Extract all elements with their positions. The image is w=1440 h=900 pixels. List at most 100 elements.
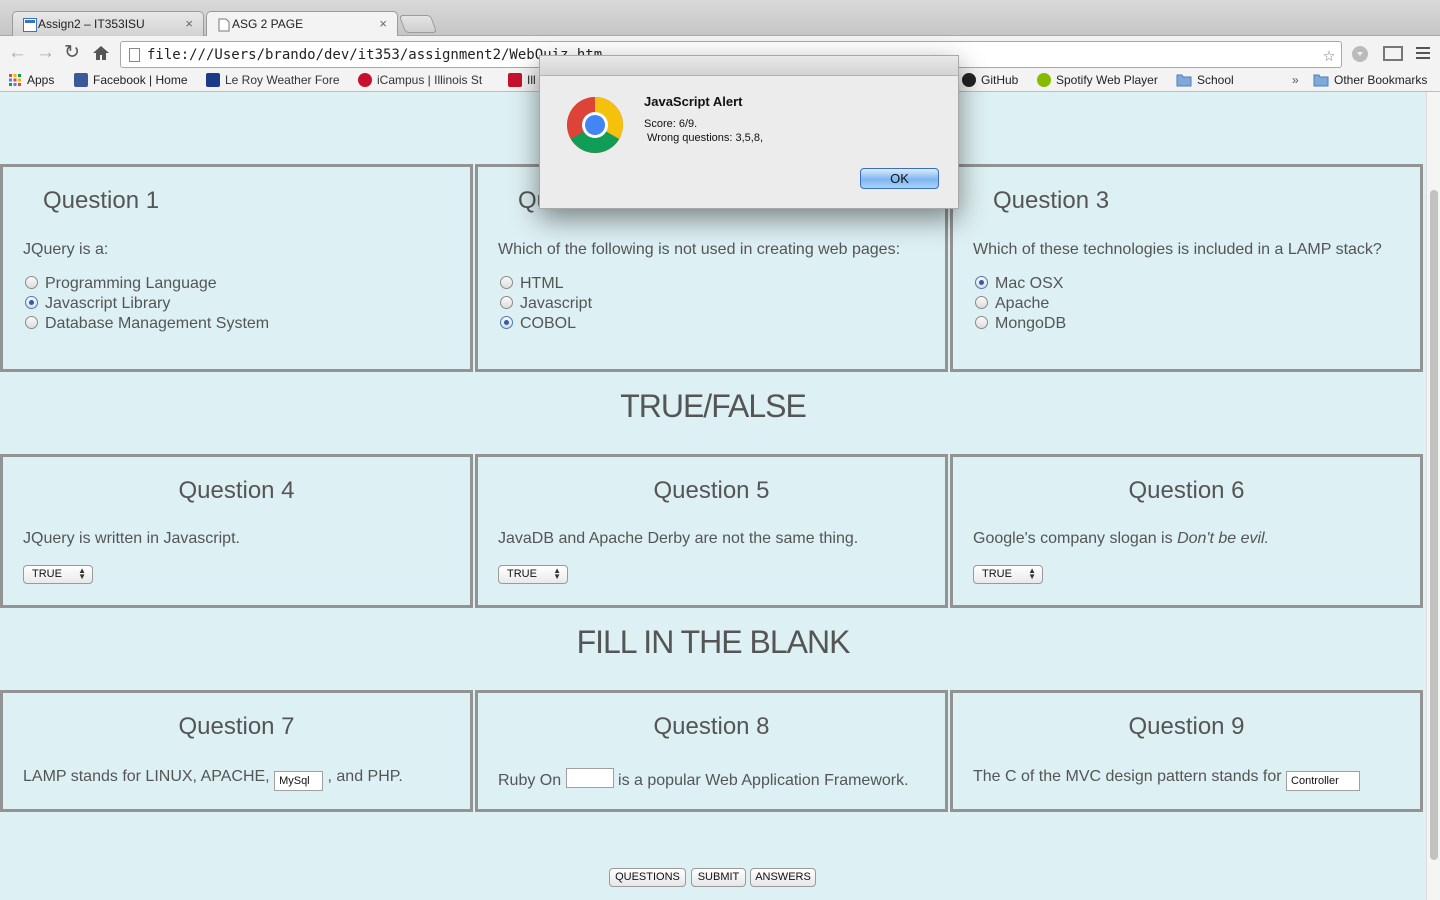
radio-button[interactable]: [500, 276, 513, 289]
forward-arrow-icon[interactable]: →: [36, 42, 55, 64]
radio-option[interactable]: Javascript: [500, 295, 592, 313]
bookmark-label: iCampus | Illinois St: [377, 73, 483, 87]
answer-input[interactable]: Controller: [1286, 771, 1361, 791]
radio-option[interactable]: HTML: [500, 275, 564, 293]
radio-button[interactable]: [975, 296, 988, 309]
radio-button[interactable]: [25, 276, 38, 289]
bookmark-facebook[interactable]: Facebook | Home: [74, 73, 188, 87]
bookmark-school[interactable]: School: [1176, 73, 1234, 87]
question-9-card: Question 9 The C of the MVC design patte…: [950, 690, 1423, 812]
option-label: Database Management System: [45, 315, 270, 332]
radio-option[interactable]: Javascript Library: [25, 295, 170, 313]
bookmark-apps[interactable]: Apps: [8, 73, 54, 87]
option-label: Javascript Library: [45, 295, 171, 312]
scrollbar-thumb[interactable]: [1430, 190, 1438, 860]
tab-close-icon[interactable]: ×: [379, 16, 387, 31]
radio-option[interactable]: COBOL: [500, 315, 576, 333]
section-heading-fill-in-the-blank: FILL IN THE BLANK: [576, 624, 851, 660]
menu-icon[interactable]: [1416, 47, 1430, 59]
bookmark-label: Ill: [527, 73, 536, 87]
isu-icon: [508, 73, 522, 87]
bookmark-weather[interactable]: Le Roy Weather Fore: [206, 73, 340, 87]
radio-option[interactable]: Programming Language: [25, 275, 217, 293]
answers-button[interactable]: ANSWERS: [750, 868, 816, 887]
radio-button-selected[interactable]: [500, 316, 513, 329]
bookmark-github[interactable]: GitHub: [962, 73, 1018, 87]
back-arrow-icon[interactable]: ←: [8, 42, 27, 64]
question-8-card: Question 8 Ruby On is a popular Web Appl…: [475, 690, 948, 812]
option-label: Apache: [995, 295, 1050, 312]
bookmark-illinois[interactable]: Ill: [508, 73, 536, 87]
bookmark-label: Facebook | Home: [93, 73, 188, 87]
question-1-card: Question 1 JQuery is a: Programming Lang…: [0, 164, 473, 372]
question-title: Question 7: [178, 713, 295, 740]
slogan-emphasis: Don't be evil.: [1177, 530, 1270, 547]
submit-button[interactable]: SUBMIT: [691, 868, 746, 887]
page-icon: [129, 48, 140, 62]
bookmark-spotify[interactable]: Spotify Web Player: [1037, 73, 1158, 87]
question-text-before: The C of the MVC design pattern stands f…: [973, 768, 1287, 785]
document-icon: [218, 18, 230, 32]
question-text-before: LAMP stands for LINUX, APACHE,: [23, 768, 275, 785]
page-scrollbar[interactable]: [1426, 92, 1440, 900]
radio-button[interactable]: [500, 296, 513, 309]
select-value: TRUE: [982, 568, 1012, 580]
spotify-icon: [1037, 73, 1051, 87]
question-text: Ruby On is a popular Web Application Fra…: [498, 768, 909, 790]
alert-ok-button[interactable]: OK: [860, 168, 939, 189]
question-text: LAMP stands for LINUX, APACHE, MySql , a…: [23, 768, 403, 791]
answer-input[interactable]: MySql: [274, 771, 324, 791]
chrome-logo-icon: [567, 97, 623, 153]
question-text: JQuery is written in Javascript.: [23, 530, 240, 547]
bookmarks-overflow-chevron-icon[interactable]: »: [1292, 73, 1299, 87]
bookmark-icampus[interactable]: iCampus | Illinois St: [358, 73, 482, 87]
true-false-select[interactable]: TRUE ▲ ▼: [23, 565, 93, 584]
question-7-card: Question 7 LAMP stands for LINUX, APACHE…: [0, 690, 473, 812]
download-icon[interactable]: [1351, 45, 1369, 63]
radio-button-selected[interactable]: [25, 296, 38, 309]
tab-asg2-page[interactable]: ASG 2 PAGE ×: [206, 11, 398, 37]
radio-button[interactable]: [25, 316, 38, 329]
question-6-card: Question 6 Google's company slogan is Do…: [950, 454, 1423, 608]
radio-option[interactable]: Apache: [975, 295, 1049, 313]
answer-input[interactable]: [565, 768, 614, 788]
cast-icon[interactable]: [1383, 46, 1403, 61]
radio-button-selected[interactable]: [975, 276, 988, 289]
radio-option[interactable]: Database Management System: [25, 315, 269, 333]
question-3-card: Question 3 Which of these technologies i…: [950, 164, 1423, 372]
question-text: Which of these technologies is included …: [973, 241, 1382, 258]
option-label: MongoDB: [995, 315, 1067, 332]
bookmark-label: Le Roy Weather Fore: [225, 73, 340, 87]
reload-icon[interactable]: ↻: [64, 42, 80, 64]
new-tab-button[interactable]: [398, 15, 438, 33]
select-arrows-icon: ▲ ▼: [1028, 566, 1036, 581]
select-value: TRUE: [507, 568, 537, 580]
question-title: Question 5: [653, 477, 770, 504]
tab-close-icon[interactable]: ×: [185, 16, 193, 31]
page-content: Question 1 JQuery is a: Programming Lang…: [0, 92, 1426, 900]
bookmark-label: GitHub: [981, 73, 1019, 87]
question-text-prefix: Google's company slogan is: [973, 530, 1178, 547]
true-false-select[interactable]: TRUE ▲ ▼: [973, 565, 1043, 584]
question-text-after: , and PHP.: [323, 768, 403, 785]
select-arrows-icon: ▲ ▼: [553, 566, 561, 581]
bookmark-star-icon[interactable]: ☆: [1323, 42, 1335, 66]
home-icon[interactable]: [92, 45, 110, 61]
radio-button[interactable]: [975, 316, 988, 329]
question-title: Question 3: [993, 187, 1110, 214]
true-false-select[interactable]: TRUE ▲ ▼: [498, 565, 568, 584]
option-label: Mac OSX: [995, 275, 1064, 292]
radio-option[interactable]: Mac OSX: [975, 275, 1063, 293]
question-title: Question 8: [653, 713, 770, 740]
tab-title: ASG 2 PAGE: [232, 17, 304, 31]
bookmark-other[interactable]: Other Bookmarks: [1313, 73, 1427, 87]
folder-icon: [1313, 74, 1329, 87]
question-5-card: Question 5 JavaDB and Apache Derby are n…: [475, 454, 948, 608]
radio-option[interactable]: MongoDB: [975, 315, 1066, 333]
questions-button[interactable]: QUESTIONS: [609, 868, 686, 887]
question-text-after: is a popular Web Application Framework.: [613, 772, 909, 789]
question-text: The C of the MVC design pattern stands f…: [973, 768, 1361, 791]
tab-assign2[interactable]: Assign2 – IT353ISU ×: [12, 11, 204, 36]
tab-title: Assign2 – IT353ISU: [38, 17, 145, 31]
bookmark-label: School: [1197, 73, 1234, 87]
